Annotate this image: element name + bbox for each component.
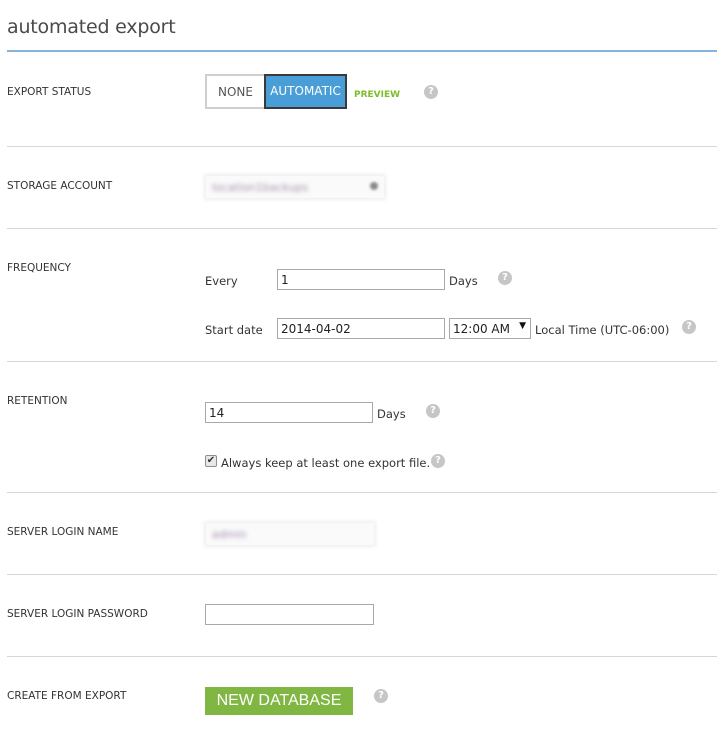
keep-one-export-checkbox[interactable]: ✔ (205, 455, 217, 467)
section-divider (7, 574, 717, 575)
timezone-label: Local Time (UTC-06:00) (535, 323, 670, 337)
export-status-label: EXPORT STATUS (7, 86, 92, 98)
start-date-input[interactable] (277, 318, 445, 339)
section-divider (7, 146, 717, 147)
server-login-password-label: SERVER LOGIN PASSWORD (7, 608, 148, 620)
start-date-label: Start date (205, 323, 263, 337)
automated-export-panel: automated export EXPORT STATUS NONE AUTO… (0, 0, 717, 733)
section-divider (7, 228, 717, 229)
server-login-name-input[interactable]: admin (206, 523, 374, 545)
export-status-automatic-option[interactable]: AUTOMATIC (264, 74, 347, 109)
help-icon[interactable]: ? (682, 320, 696, 334)
retention-label: RETENTION (7, 395, 68, 407)
preview-badge: PREVIEW (354, 90, 401, 100)
retention-unit-label: Days (377, 407, 406, 421)
section-divider (7, 492, 717, 493)
help-icon[interactable]: ? (498, 271, 512, 285)
export-status-none-option[interactable]: NONE (205, 74, 264, 109)
storage-account-value: location1backups (212, 180, 309, 194)
storage-account-select[interactable]: location1backups (206, 176, 384, 198)
dropdown-arrow-icon: ▼ (519, 321, 526, 331)
every-unit-label: Days (449, 274, 478, 288)
help-icon[interactable]: ? (426, 404, 440, 418)
help-icon[interactable]: ? (374, 689, 388, 703)
new-database-button[interactable]: NEW DATABASE (205, 687, 353, 715)
every-label: Every (205, 274, 238, 288)
section-divider (7, 361, 717, 362)
export-status-toggle: NONE AUTOMATIC (205, 74, 347, 109)
page-title: automated export (7, 16, 176, 38)
create-from-export-label: CREATE FROM EXPORT (7, 690, 127, 702)
keep-one-export-label: Always keep at least one export file. (221, 456, 431, 470)
frequency-label: FREQUENCY (7, 262, 71, 274)
start-time-value: 12:00 AM (453, 321, 510, 336)
server-login-password-input[interactable] (205, 604, 374, 625)
retention-days-input[interactable] (205, 402, 373, 423)
start-time-select[interactable]: 12:00 AM ▼ (449, 318, 531, 339)
server-login-name-label: SERVER LOGIN NAME (7, 526, 119, 538)
storage-account-label: STORAGE ACCOUNT (7, 180, 113, 192)
help-icon[interactable]: ? (424, 85, 438, 99)
section-divider (7, 656, 717, 657)
server-login-name-value: admin (212, 527, 247, 541)
help-icon[interactable]: ? (431, 454, 445, 468)
frequency-every-input[interactable] (277, 269, 445, 290)
title-underline (7, 50, 717, 52)
chevron-down-icon (370, 182, 378, 190)
